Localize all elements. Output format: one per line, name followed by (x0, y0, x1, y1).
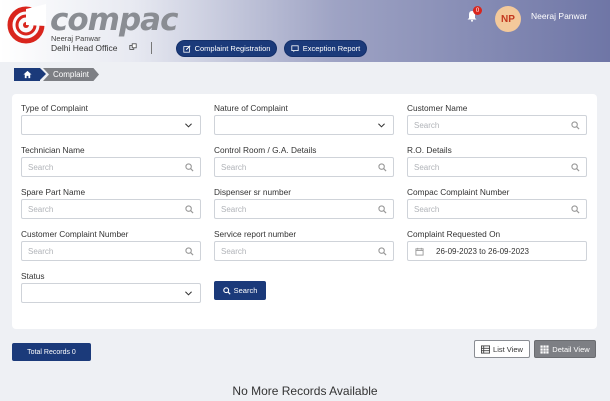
service-report-number-input[interactable]: Search (214, 241, 394, 261)
dispenser-sr-number-input[interactable]: Search (214, 199, 394, 219)
notification-count-badge: 0 (473, 6, 482, 15)
list-view-label: List View (493, 344, 523, 354)
date-range-input[interactable]: 26-09-2023 to 26-09-2023 (407, 241, 587, 261)
search-icon (378, 247, 387, 256)
search-icon (185, 205, 194, 214)
customer-name-label: Customer Name (407, 103, 468, 113)
header-divider (151, 42, 152, 54)
exception-report-button[interactable]: Exception Report (284, 40, 367, 57)
type-of-complaint-select[interactable] (21, 115, 201, 135)
list-view-button[interactable]: List View (474, 340, 530, 358)
search-button[interactable]: Search (214, 281, 266, 300)
control-room-input[interactable]: Search (214, 157, 394, 177)
top-header: compac Neeraj Panwar Delhi Head Office C… (0, 0, 610, 62)
detail-view-label: Detail View (552, 344, 590, 354)
breadcrumb-current: Complaint (43, 68, 99, 81)
customer-complaint-number-placeholder: Search (28, 247, 54, 256)
service-report-number-label: Service report number (214, 229, 297, 239)
search-icon (571, 121, 580, 130)
spare-part-name-placeholder: Search (28, 205, 54, 214)
status-label: Status (21, 271, 45, 281)
search-button-label: Search (233, 286, 258, 295)
search-icon (185, 163, 194, 172)
status-select[interactable] (21, 283, 201, 303)
compac-complaint-number-input[interactable]: Search (407, 199, 587, 219)
spare-part-name-label: Spare Part Name (21, 187, 86, 197)
home-icon (22, 70, 32, 79)
total-records-badge: Total Records 0 (12, 343, 91, 361)
compac-complaint-number-label: Compac Complaint Number (407, 187, 510, 197)
customer-name-input[interactable]: Search (407, 115, 587, 135)
dispenser-sr-number-label: Dispenser sr number (214, 187, 292, 197)
search-icon (185, 247, 194, 256)
date-range-value: 26-09-2023 to 26-09-2023 (436, 247, 529, 256)
complaint-registration-button[interactable]: Complaint Registration (176, 40, 277, 57)
technician-name-placeholder: Search (28, 163, 54, 172)
nature-of-complaint-label: Nature of Complaint (214, 103, 288, 113)
switch-office-icon[interactable] (129, 43, 137, 51)
control-room-placeholder: Search (221, 163, 247, 172)
compac-complaint-number-placeholder: Search (414, 205, 440, 214)
search-icon (378, 163, 387, 172)
dispenser-sr-number-placeholder: Search (221, 205, 247, 214)
ro-details-placeholder: Search (414, 163, 440, 172)
service-report-number-placeholder: Search (221, 247, 247, 256)
search-icon (222, 286, 231, 295)
calendar-icon (415, 247, 424, 256)
ro-details-input[interactable]: Search (407, 157, 587, 177)
logo-text: compac (50, 2, 178, 38)
office-name: Delhi Head Office (51, 43, 118, 53)
customer-name-placeholder: Search (414, 121, 440, 130)
technician-name-label: Technician Name (21, 145, 85, 155)
search-icon (571, 163, 580, 172)
chevron-down-icon (185, 123, 192, 128)
list-icon (481, 344, 491, 354)
complaint-registration-label: Complaint Registration (194, 44, 271, 53)
header-user-small: Neeraj Panwar (51, 34, 101, 43)
nature-of-complaint-select[interactable] (214, 115, 394, 135)
type-of-complaint-label: Type of Complaint (21, 103, 88, 113)
avatar[interactable]: NP (495, 6, 521, 32)
chevron-down-icon (378, 123, 385, 128)
header-user-name[interactable]: Neeraj Panwar (531, 11, 587, 21)
exception-report-label: Exception Report (302, 44, 361, 53)
chevron-down-icon (185, 291, 192, 296)
customer-complaint-number-input[interactable]: Search (21, 241, 201, 261)
spare-part-name-input[interactable]: Search (21, 199, 201, 219)
grid-icon (540, 344, 549, 354)
detail-view-button[interactable]: Detail View (534, 340, 596, 358)
edit-icon (182, 44, 191, 53)
search-icon (571, 205, 580, 214)
empty-results-message: No More Records Available (232, 384, 378, 398)
ro-details-label: R.O. Details (407, 145, 452, 155)
technician-name-input[interactable]: Search (21, 157, 201, 177)
breadcrumb-home[interactable] (14, 68, 40, 81)
compac-logo-icon (7, 4, 46, 44)
search-icon (378, 205, 387, 214)
control-room-label: Control Room / G.A. Details (214, 145, 317, 155)
customer-complaint-number-label: Customer Complaint Number (21, 229, 129, 239)
complaint-requested-on-label: Complaint Requested On (407, 229, 501, 239)
report-icon (291, 44, 299, 52)
